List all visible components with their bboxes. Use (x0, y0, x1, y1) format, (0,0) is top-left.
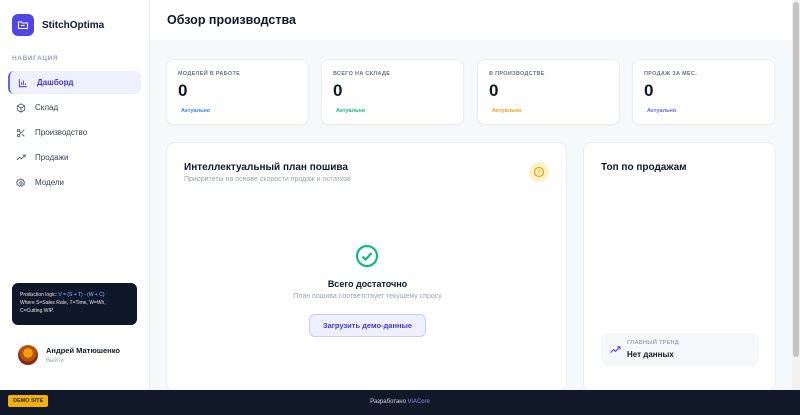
stat-card-total-stock: ВСЕГО НА СКЛАДЕ 0 Актуально (321, 59, 464, 125)
footer: DEMO SITE Разработано ViACore (0, 390, 800, 415)
sidebar-item-production[interactable]: Производство (8, 121, 141, 144)
scrollbar-thumb[interactable] (793, 2, 799, 357)
stat-value: 0 (178, 81, 188, 100)
nav-heading: НАВИГАЦИЯ (12, 55, 59, 62)
sidebar-item-label: Дашборд (37, 78, 74, 87)
check-circle-icon (355, 244, 379, 268)
logout-link[interactable]: Выйти (46, 358, 120, 364)
stat-label: ПРОДАЖ ЗА МЕС. (644, 71, 698, 77)
sidebar-item-warehouse[interactable]: Склад (8, 96, 141, 119)
stat-value: 0 (644, 81, 654, 100)
logic-prefix: Production logic: (20, 292, 59, 298)
sewing-plan-card: Интеллектуальный план пошива Приоритеты … (166, 142, 567, 392)
logic-line-1: Production logic: V = (S + T) - (W + C) (20, 291, 129, 299)
plan-title: Интеллектуальный план пошива (184, 162, 348, 173)
stat-status: Актуально (336, 108, 366, 114)
trend-label: ГЛАВНЫЙ ТРЕНД (627, 340, 680, 346)
stat-card-monthly-sales: ПРОДАЖ ЗА МЕС. 0 Актуально (632, 59, 775, 125)
stat-status: Актуально (181, 108, 211, 114)
page-header: Обзор производства (150, 0, 792, 40)
production-logic-note: Production logic: V = (S + T) - (W + C) … (12, 283, 137, 325)
stat-status: Актуально (647, 108, 677, 114)
sidebar-nav: Дашборд Склад Производство Продажи Модел… (0, 71, 149, 194)
logic-formula: V = (S + T) - (W + C) (58, 292, 105, 298)
user-name: Андрей Матюшенко (46, 346, 120, 355)
sidebar-item-label: Производство (35, 128, 88, 137)
empty-state-title: Всего достаточно (327, 279, 408, 289)
gear-icon (16, 177, 26, 187)
brand[interactable]: StitchOptima (0, 0, 149, 38)
sidebar-item-dashboard[interactable]: Дашборд (8, 71, 141, 94)
avatar (18, 345, 38, 365)
stat-card-in-production: В ПРОИЗВОДСТВЕ 0 Актуально (477, 59, 620, 125)
sidebar-item-models[interactable]: Модели (8, 171, 141, 194)
scissors-icon (16, 128, 25, 137)
stat-label: МОДЕЛЕЙ В РАБОТЕ (178, 71, 241, 77)
top-sales-title: Топ по продажам (601, 162, 687, 173)
trend-value: Нет данных (627, 350, 674, 359)
page-title: Обзор производства (167, 13, 296, 27)
bar-chart-icon (18, 78, 27, 87)
credit-link[interactable]: ViACore (408, 399, 430, 405)
app-name: StitchOptima (42, 19, 105, 31)
stat-value: 0 (333, 81, 343, 100)
logic-line-2: Where S=Sales Rate, T=Time, W=Wh, (20, 300, 106, 306)
load-demo-data-button[interactable]: Загрузить демо-данные (309, 314, 426, 337)
box-icon (16, 102, 26, 113)
stat-label: В ПРОИЗВОДСТВЕ (489, 71, 545, 77)
stat-status: Актуально (492, 108, 522, 114)
logic-line-3: C=Cutting WIP. (20, 308, 54, 314)
stat-label: ВСЕГО НА СКЛАДЕ (333, 71, 391, 77)
user-profile[interactable]: Андрей Матюшенко Выйти (18, 345, 120, 365)
sidebar: StitchOptima НАВИГАЦИЯ Дашборд Склад Про… (0, 0, 150, 390)
sidebar-item-label: Продажи (35, 153, 69, 162)
sidebar-item-sales[interactable]: Продажи (8, 146, 141, 169)
page-scrollbar[interactable] (792, 0, 800, 390)
alert-icon (529, 162, 549, 182)
stat-card-models-in-work: МОДЕЛЕЙ В РАБОТЕ 0 Актуально (166, 59, 309, 125)
stat-value: 0 (489, 81, 499, 100)
plan-subtitle: Приоритеты на основе скорости продаж и о… (184, 176, 351, 183)
trending-up-icon (610, 346, 621, 354)
top-sales-card: Топ по продажам ГЛАВНЫЙ ТРЕНД Нет данных (583, 142, 776, 392)
sidebar-item-label: Модели (35, 178, 65, 187)
credit-prefix: Разработано (370, 399, 406, 405)
footer-credit: Разработано ViACore (0, 399, 800, 405)
main-trend-box: ГЛАВНЫЙ ТРЕНД Нет данных (601, 333, 759, 366)
sidebar-item-label: Склад (35, 103, 59, 112)
empty-state-subtitle: План пошива соответствует текущему спрос… (293, 293, 442, 300)
app-logo-icon (12, 14, 34, 36)
trending-up-icon (16, 154, 26, 160)
